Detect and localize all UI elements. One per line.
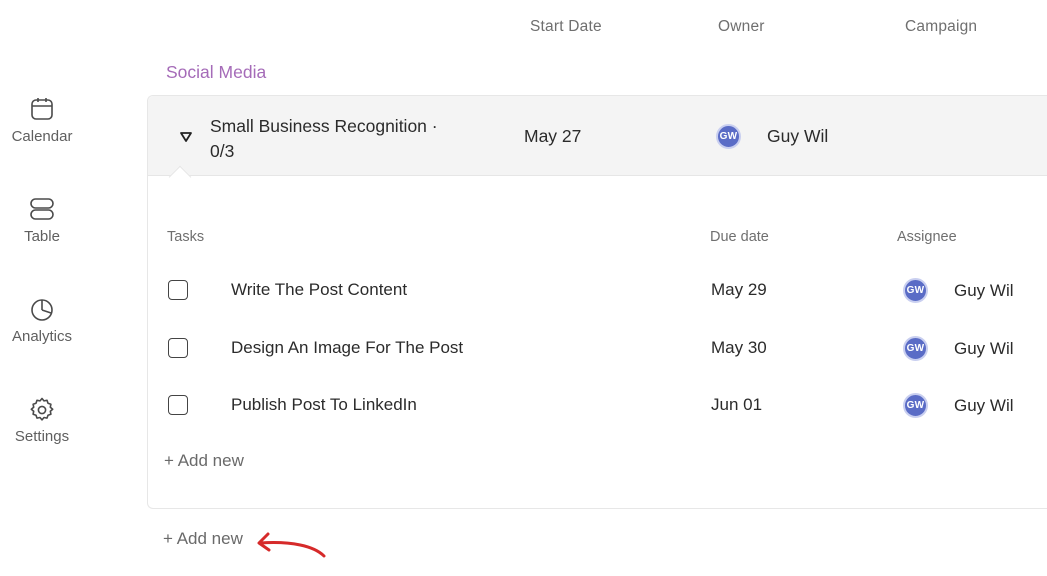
item-row[interactable]: Small Business Recognition · 0/3 May 27 … — [148, 96, 1047, 176]
task-checkbox[interactable] — [168, 280, 188, 300]
task-row[interactable]: Write The Post Content May 29 GW Guy Wil — [148, 278, 1047, 320]
settings-icon — [30, 397, 54, 421]
sidebar-item-settings[interactable]: Settings — [0, 396, 84, 466]
column-header-campaign[interactable]: Campaign — [905, 18, 977, 36]
sidebar-item-label: Table — [24, 228, 60, 245]
task-row[interactable]: Publish Post To LinkedIn Jun 01 GW Guy W… — [148, 393, 1047, 435]
task-row[interactable]: Design An Image For The Post May 30 GW G… — [148, 336, 1047, 378]
sidebar-item-analytics[interactable]: Analytics — [0, 296, 84, 366]
task-assignee[interactable]: Guy Wil — [954, 396, 1014, 416]
task-due-date[interactable]: Jun 01 — [711, 395, 762, 415]
task-checkbox[interactable] — [168, 395, 188, 415]
item-start-date[interactable]: May 27 — [524, 126, 581, 147]
subtable-header-tasks: Tasks — [167, 229, 205, 245]
task-name[interactable]: Publish Post To LinkedIn — [231, 395, 417, 415]
item-progress: 0/3 — [210, 141, 235, 161]
column-header-owner[interactable]: Owner — [718, 18, 765, 36]
sidebar-item-table[interactable]: Table — [0, 196, 84, 266]
assignee-avatar: GW — [903, 393, 928, 418]
item-title[interactable]: Small Business Recognition · 0/3 — [210, 114, 450, 164]
assignee-avatar: GW — [903, 278, 928, 303]
task-checkbox[interactable] — [168, 338, 188, 358]
task-due-date[interactable]: May 29 — [711, 280, 767, 300]
item-title-text: Small Business Recognition · — [210, 116, 438, 136]
group-title: Social Media — [166, 62, 267, 82]
calendar-icon — [31, 98, 53, 120]
assignee-avatar: GW — [903, 336, 928, 361]
task-assignee[interactable]: Guy Wil — [954, 281, 1014, 301]
sidebar-item-label: Analytics — [11, 328, 73, 345]
subtable-header-assignee: Assignee — [897, 229, 957, 245]
task-name[interactable]: Design An Image For The Post — [231, 338, 463, 358]
column-header-start-date[interactable]: Start Date — [530, 18, 602, 36]
collapse-triangle-icon[interactable] — [179, 130, 193, 144]
owner-name[interactable]: Guy Wil — [767, 126, 828, 147]
sidebar-item-label: Settings — [14, 428, 70, 445]
task-name[interactable]: Write The Post Content — [231, 280, 407, 300]
item-card: Small Business Recognition · 0/3 May 27 … — [147, 95, 1047, 509]
add-new-item-button[interactable]: + Add new — [163, 529, 243, 549]
task-due-date[interactable]: May 30 — [711, 338, 767, 358]
app-root: Calendar Table Analytics Settings Start … — [0, 0, 1047, 576]
sidebar-item-label: Calendar — [11, 128, 73, 145]
sidebar: Calendar Table Analytics Settings — [0, 0, 84, 576]
task-assignee[interactable]: Guy Wil — [954, 339, 1014, 359]
analytics-icon — [31, 299, 53, 321]
sidebar-item-calendar[interactable]: Calendar — [0, 96, 84, 166]
subtable-header-due-date: Due date — [710, 229, 769, 245]
red-arrow-annotation-icon — [257, 532, 326, 558]
add-new-task-button[interactable]: + Add new — [164, 451, 244, 471]
owner-avatar: GW — [716, 124, 741, 149]
table-icon — [30, 198, 54, 220]
